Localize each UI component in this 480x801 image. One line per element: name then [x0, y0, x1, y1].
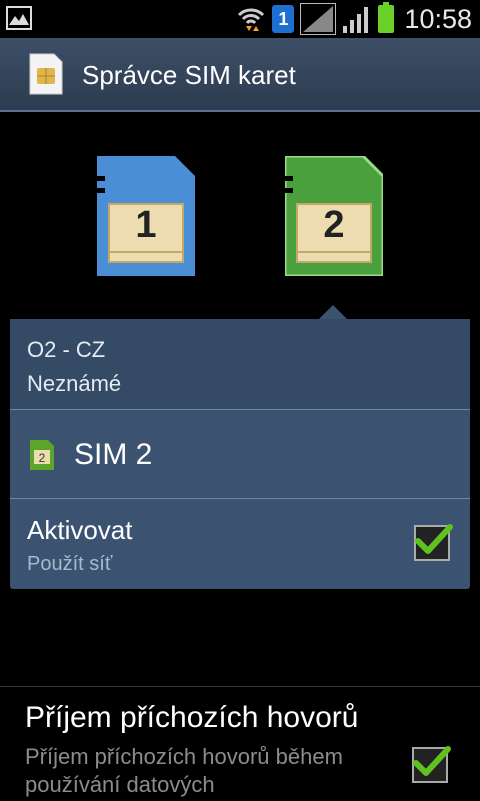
- sim-name-row[interactable]: 2 SIM 2: [10, 410, 470, 499]
- activate-subtitle: Použít síť: [27, 553, 113, 575]
- activate-title: Aktivovat: [27, 515, 133, 545]
- sim-2-small-icon: 2: [30, 440, 54, 470]
- gallery-notification-icon: [6, 6, 32, 30]
- status-bar: 1 10:58: [0, 0, 480, 38]
- incoming-calls-title: Příjem příchozích hovorů: [25, 701, 359, 734]
- app-title-bar: Správce SIM karet: [0, 38, 480, 112]
- incoming-calls-subtitle: Příjem příchozích hovorů během používání…: [25, 744, 343, 797]
- sim1-badge-icon: 1: [272, 5, 295, 33]
- incoming-calls-checkbox[interactable]: [412, 746, 451, 783]
- sim-card-1-number: 1: [135, 204, 157, 246]
- page-title: Správce SIM karet: [82, 60, 296, 90]
- status-icons: 1 10:58: [236, 0, 472, 38]
- operator-status: Neznámé: [27, 371, 122, 396]
- signal-sim2-icon: [343, 7, 369, 33]
- sim-card-2-number: 2: [323, 204, 345, 246]
- sim-card-2-button[interactable]: 2: [283, 154, 385, 278]
- sim-card-1-button[interactable]: 1: [95, 156, 195, 276]
- sim-card-app-icon: [29, 53, 63, 95]
- check-icon: [415, 524, 453, 554]
- status-time: 10:58: [404, 3, 472, 34]
- operator-name: O2 - CZ: [27, 337, 106, 362]
- sim-name-label: SIM 2: [74, 438, 153, 471]
- check-icon: [413, 746, 451, 776]
- wifi-data-icon: [238, 8, 265, 31]
- battery-icon: [378, 2, 395, 33]
- activate-checkbox[interactable]: [414, 524, 453, 561]
- sim-info-panel: O2 - CZ Neznámé 2 SIM 2 Aktivovat Použít…: [10, 305, 470, 589]
- svg-text:2: 2: [39, 451, 46, 465]
- incoming-calls-setting[interactable]: Příjem příchozích hovorů Příjem příchozí…: [0, 686, 480, 801]
- signal-sim1-icon: [300, 3, 337, 35]
- operator-section: O2 - CZ Neznámé: [10, 319, 470, 410]
- panel-pointer: [319, 305, 347, 319]
